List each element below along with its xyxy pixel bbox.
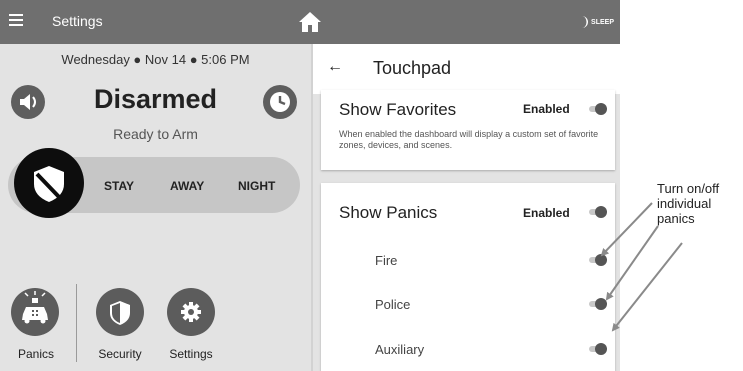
callout-arrow-auxiliary bbox=[611, 242, 683, 332]
sleep-label: SLEEP bbox=[591, 18, 614, 26]
show-favorites-description: When enabled the dashboard will display … bbox=[339, 129, 599, 150]
show-favorites-card: Show Favorites Enabled When enabled the … bbox=[321, 90, 615, 170]
panics-button[interactable] bbox=[11, 288, 59, 336]
moon-icon bbox=[582, 16, 589, 28]
settings-button-label: Settings bbox=[169, 347, 213, 361]
callout-annotation: Turn on/off individual panics bbox=[657, 181, 719, 226]
sleep-button[interactable]: SLEEP bbox=[579, 16, 614, 28]
button-separator bbox=[76, 284, 77, 362]
home-icon[interactable] bbox=[298, 10, 322, 34]
show-panics-status: Enabled bbox=[523, 206, 570, 220]
mode-night-button[interactable]: NIGHT bbox=[238, 179, 275, 193]
show-favorites-toggle[interactable] bbox=[589, 103, 607, 115]
mode-away-button[interactable]: AWAY bbox=[170, 179, 204, 193]
panic-auxiliary-toggle[interactable] bbox=[589, 343, 607, 355]
shield-icon bbox=[34, 166, 64, 202]
top-bar-title: Settings bbox=[52, 13, 103, 29]
police-car-icon bbox=[22, 291, 48, 324]
touchpad-header: ← Touchpad bbox=[313, 44, 620, 94]
touchpad-settings-panel: ← Touchpad Show Favorites Enabled When e… bbox=[313, 44, 620, 371]
show-panics-card: Show Panics Enabled Fire Police Auxiliar… bbox=[321, 183, 615, 371]
back-arrow-icon[interactable]: ← bbox=[327, 58, 343, 76]
panic-auxiliary-label: Auxiliary bbox=[375, 342, 425, 357]
gear-icon bbox=[181, 302, 201, 322]
system-substate: Ready to Arm bbox=[113, 126, 198, 142]
history-button[interactable] bbox=[263, 85, 297, 119]
settings-button[interactable] bbox=[167, 288, 215, 336]
callout-line-1: Turn on/off bbox=[657, 181, 720, 196]
panic-fire-label: Fire bbox=[375, 253, 398, 268]
panic-fire-toggle[interactable] bbox=[589, 254, 607, 266]
arm-button[interactable] bbox=[14, 148, 84, 218]
show-panics-toggle[interactable] bbox=[589, 206, 607, 218]
clock-icon bbox=[270, 92, 290, 112]
show-favorites-title: Show Favorites bbox=[339, 100, 457, 119]
show-panics-title: Show Panics bbox=[339, 203, 438, 222]
panic-police-toggle[interactable] bbox=[589, 298, 607, 310]
date-time: Wednesday ● Nov 14 ● 5:06 PM bbox=[61, 52, 250, 67]
top-bar: Settings SLEEP bbox=[0, 0, 620, 44]
show-favorites-status: Enabled bbox=[523, 102, 570, 116]
panics-button-label: Panics bbox=[17, 347, 55, 361]
hamburger-menu-icon[interactable] bbox=[9, 14, 23, 26]
security-button[interactable] bbox=[96, 288, 144, 336]
callout-line-2: individual bbox=[657, 196, 712, 211]
security-button-label: Security bbox=[98, 347, 142, 361]
shield-icon bbox=[110, 301, 130, 325]
touchscreen: Settings SLEEP Wednesday ● Nov 14 ● 5:06… bbox=[0, 0, 620, 371]
callout-line-3: panics bbox=[657, 211, 695, 226]
page-title: Touchpad bbox=[373, 58, 452, 78]
security-panel: Wednesday ● Nov 14 ● 5:06 PM Disarmed Re… bbox=[0, 44, 311, 371]
panic-police-label: Police bbox=[375, 297, 411, 312]
mode-stay-button[interactable]: STAY bbox=[104, 179, 134, 193]
